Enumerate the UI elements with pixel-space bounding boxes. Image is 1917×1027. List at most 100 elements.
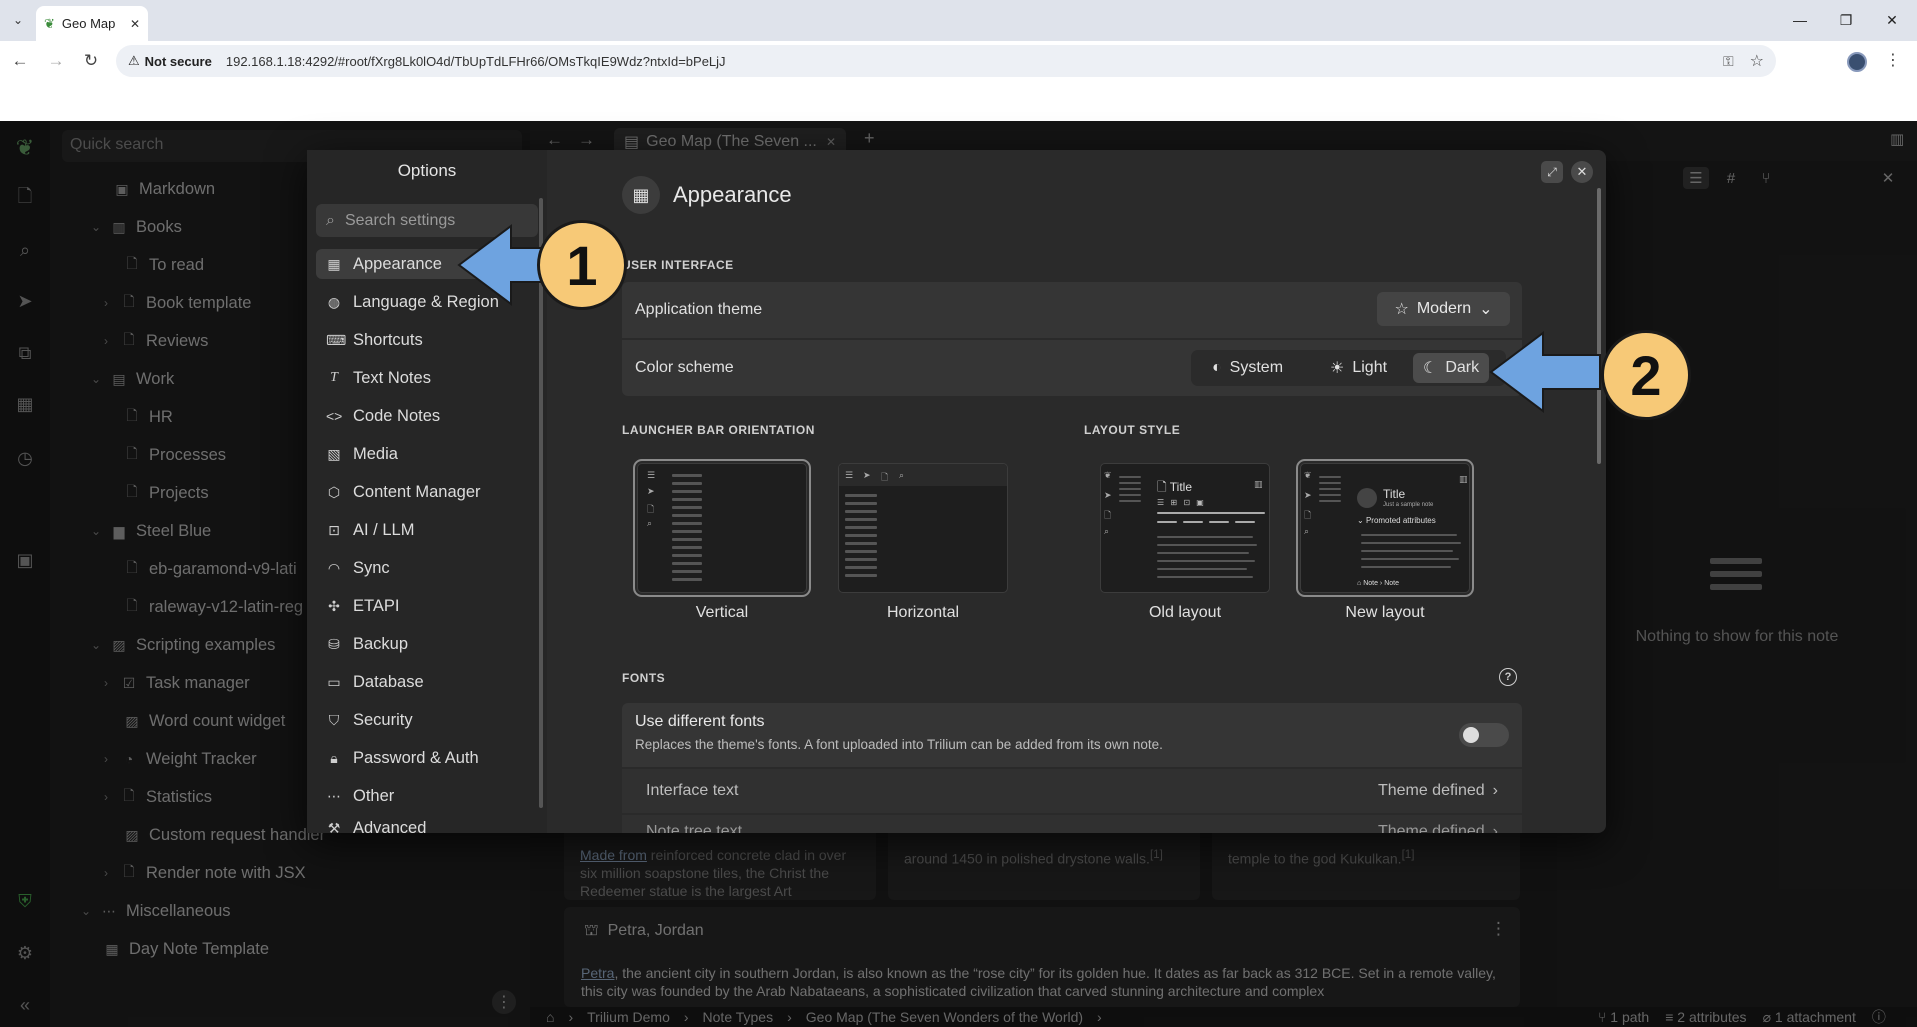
use-different-fonts-row: Use different fonts Replaces the theme's… [622, 703, 1522, 767]
drive-icon: ▭ [327, 673, 341, 690]
wifi-icon: ◠ [327, 559, 341, 576]
mini-pane-icon: ▥ [1459, 474, 1468, 484]
launcher-horizontal-label: Horizontal [886, 604, 960, 621]
appearance-layout-icon: ▦ [622, 176, 660, 214]
options-menu-sync[interactable]: ◠ Sync [316, 553, 538, 583]
application-theme-label: Application theme [635, 301, 763, 318]
old-layout-preview-title: 🗋 Title [1157, 480, 1193, 494]
mini-note-icon: 🗋 [1304, 510, 1312, 520]
color-scheme-dark-button[interactable]: ☾ Dark [1413, 353, 1490, 383]
mini-search-icon: ⌕ [1104, 526, 1110, 536]
layout-new-option[interactable]: ❦ ➤ 🗋 ⌕ Title Just a sample note ▥ ⌄ Pro… [1296, 459, 1474, 597]
callout-arrow-2 [1489, 331, 1601, 413]
options-menu-content-manager[interactable]: ⬡ Content Manager [316, 477, 538, 507]
color-scheme-system-button[interactable]: ◐ System [1202, 353, 1293, 383]
options-menu-etapi[interactable]: ✣ ETAPI [316, 591, 538, 621]
note-tree-text-row[interactable]: Note tree text Theme defined › [622, 815, 1522, 833]
mini-menu-icon: ☰ [647, 470, 656, 480]
close-dialog-icon[interactable]: ✕ [1571, 161, 1593, 183]
close-window-icon[interactable]: ✕ [1872, 8, 1912, 32]
mini-search-icon: ⌕ [899, 470, 905, 480]
options-menu-code-notes[interactable]: <> Code Notes [316, 401, 538, 431]
interface-text-label: Interface text [646, 782, 739, 799]
layout-old-label: Old layout [1148, 604, 1222, 621]
forward-icon[interactable]: → [44, 49, 68, 73]
puzzle-icon: ✣ [328, 597, 340, 614]
sun-icon: ☀ [1330, 360, 1345, 377]
layout-new-label: New layout [1345, 604, 1425, 621]
interface-text-value: Theme defined [1377, 782, 1485, 799]
options-menu-text-notes[interactable]: T Text Notes [316, 363, 538, 393]
new-layout-preview-title: Title [1383, 487, 1406, 501]
close-tab-icon[interactable]: ✕ [130, 17, 140, 31]
use-different-fonts-description: Replaces the theme's fonts. A font uploa… [635, 737, 1163, 752]
search-icon: ⌕ [326, 211, 335, 229]
minimize-icon[interactable]: — [1780, 8, 1820, 32]
options-menu-password[interactable]: 🔒︎ Password & Auth [316, 743, 538, 773]
key-icon[interactable]: ⚿ [1723, 53, 1734, 70]
options-menu-security[interactable]: ⛉ Security [316, 705, 538, 735]
mini-menu-icon: ☰ [845, 470, 854, 480]
tab-search-dropdown-icon[interactable]: ⌄ [8, 10, 28, 30]
star-icon: ☆ [1394, 301, 1409, 318]
chevron-right-icon: › [1492, 823, 1498, 833]
image-icon: ▧ [327, 445, 341, 462]
options-menu-shortcuts[interactable]: ⌨ Shortcuts [316, 325, 538, 355]
mini-note-icon: 🗋 [1104, 510, 1112, 520]
shield-icon: ⛉ [328, 711, 340, 728]
options-menu-advanced[interactable]: ⚒ Advanced [316, 819, 538, 833]
page-blank-area [0, 79, 1917, 121]
not-secure-label[interactable]: Not secure [145, 54, 212, 69]
options-menu-advanced-clip: ⚒ Advanced [316, 819, 538, 833]
browser-tab-title: Geo Map [61, 16, 116, 31]
section-launcher-orientation: LAUNCHER BAR ORIENTATION [622, 423, 815, 437]
maximize-dialog-icon[interactable]: ⤢ [1541, 161, 1563, 183]
browser-tab[interactable]: ❦ Geo Map ✕ [36, 6, 148, 41]
launcher-vertical-label: Vertical [695, 604, 749, 621]
wrench-icon: ⚒ [327, 819, 341, 834]
application-theme-select[interactable]: ☆ Modern ⌄ [1377, 292, 1510, 326]
launcher-horizontal-option[interactable]: ☰ ➤ 🗋 ⌕ [838, 463, 1008, 593]
mini-search-icon: ⌕ [1304, 526, 1310, 536]
options-menu-backup[interactable]: ⛁ Backup [316, 629, 538, 659]
interface-text-row[interactable]: Interface text Theme defined › [622, 769, 1522, 813]
help-icon[interactable]: ? [1499, 668, 1517, 686]
use-different-fonts-title: Use different fonts [635, 713, 765, 730]
mini-logo-icon: ❦ [1304, 470, 1312, 480]
system-theme-icon: ◐ [1212, 359, 1222, 376]
lock-icon: 🔒︎ [330, 749, 338, 766]
color-scheme-label: Color scheme [635, 359, 734, 376]
omnibox[interactable]: ⚠ Not secure 192.168.1.18:4292/#root/fXr… [116, 45, 1776, 77]
reload-icon[interactable]: ↻ [79, 49, 103, 73]
url-text[interactable]: 192.168.1.18:4292/#root/fXrg8Lk0lO4d/TbU… [226, 54, 726, 69]
use-different-fonts-toggle[interactable] [1459, 723, 1509, 747]
section-fonts: FONTS [622, 671, 666, 685]
mini-note-icon: 🗋 [1157, 480, 1167, 494]
page-title: Appearance [673, 182, 792, 207]
options-menu-ai-llm[interactable]: ⊡ AI / LLM [316, 515, 538, 545]
database-icon: ⛁ [328, 635, 340, 652]
layout-old-option[interactable]: ❦ ➤ 🗋 ⌕ 🗋 Title ▥ ☰ ⊞ ⊡ ▣ [1100, 463, 1270, 593]
options-menu-other[interactable]: ⋯ Other [316, 781, 538, 811]
bookmark-star-icon[interactable]: ☆ [1750, 51, 1764, 71]
restore-icon[interactable]: ❐ [1826, 8, 1866, 32]
launcher-vertical-option[interactable]: ☰ ➤ 🗋 ⌕ [633, 459, 811, 597]
mini-send-icon: ➤ [647, 486, 655, 496]
moon-icon: ☾ [1423, 360, 1438, 377]
layout-icon: ▦ [327, 255, 341, 272]
mini-search-icon: ⌕ [647, 518, 653, 528]
back-icon[interactable]: ← [8, 49, 32, 73]
color-scheme-light-button[interactable]: ☀ Light [1320, 353, 1397, 383]
new-layout-preview-promoted: ⌄ Promoted attributes [1357, 516, 1436, 525]
new-layout-preview-subtitle: Just a sample note [1383, 502, 1434, 508]
options-menu-database[interactable]: ▭ Database [316, 667, 538, 697]
globe-icon: ◍ [327, 293, 341, 310]
note-tree-text-value: Theme defined [1377, 823, 1485, 833]
content-scrollbar[interactable] [1597, 188, 1601, 464]
profile-avatar[interactable] [1847, 52, 1867, 72]
options-menu-media[interactable]: ▧ Media [316, 439, 538, 469]
keyboard-icon: ⌨ [326, 331, 347, 348]
browser-menu-icon[interactable]: ⋮ [1885, 50, 1901, 70]
mini-send-icon: ➤ [1304, 490, 1312, 500]
mini-send-icon: ➤ [863, 470, 871, 480]
